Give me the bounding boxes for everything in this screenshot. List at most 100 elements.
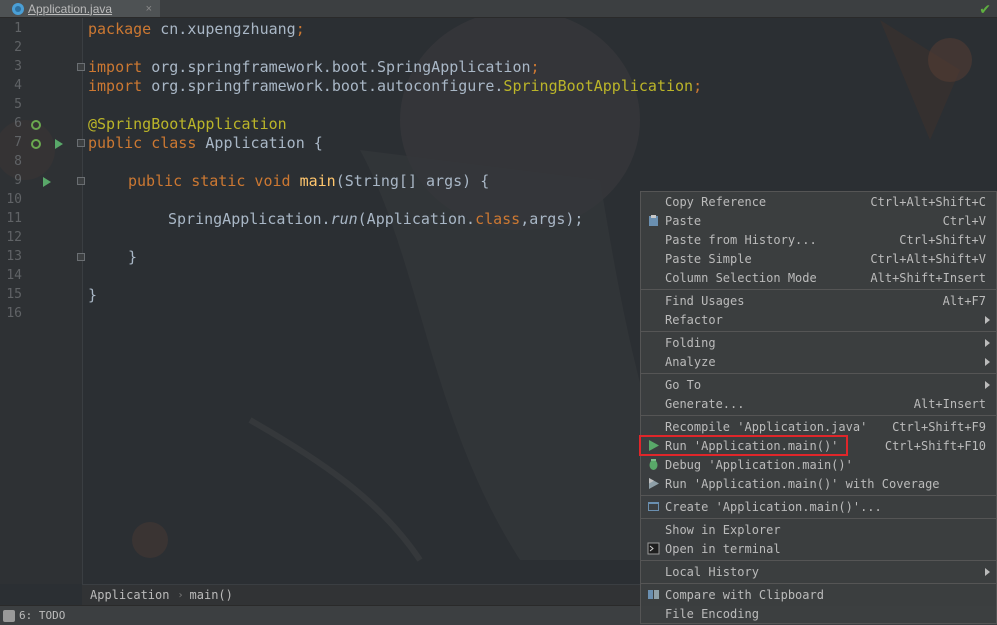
- line-number: 5: [14, 97, 22, 112]
- semicolon: ;: [693, 77, 703, 95]
- semicolon: ;: [295, 20, 305, 38]
- menu-item-generate[interactable]: Generate... Alt+Insert: [641, 394, 996, 413]
- fold-marker[interactable]: [77, 177, 85, 185]
- import-class: SpringBootApplication: [503, 77, 694, 95]
- code-line: SpringApplication.run(Application.class,…: [168, 210, 583, 229]
- line-number: 1: [14, 21, 22, 36]
- menu-item-paste-simple[interactable]: Paste Simple Ctrl+Alt+Shift+V: [641, 249, 996, 268]
- terminal-icon: [647, 542, 660, 555]
- line-number: 4: [14, 78, 22, 93]
- line-number: 11: [6, 211, 22, 226]
- keyword: package: [88, 20, 152, 38]
- breadcrumb-item[interactable]: Application: [90, 588, 169, 602]
- line-number: 8: [14, 154, 22, 169]
- tab-application-java[interactable]: Application.java ×: [0, 0, 160, 17]
- menu-item-local-history[interactable]: Local History: [641, 562, 996, 581]
- editor-context-menu: Copy Reference Ctrl+Alt+Shift+C Paste Ctrl…: [639, 191, 997, 624]
- submenu-arrow-icon: [985, 357, 990, 366]
- breadcrumb-separator: ›: [177, 589, 184, 601]
- method-params: (String[] args) {: [335, 172, 490, 190]
- code-line: @SpringBootApplication: [88, 115, 287, 134]
- coverage-icon: [649, 478, 659, 489]
- menu-item-paste[interactable]: Paste Ctrl+V: [641, 211, 996, 230]
- code-line: import org.springframework.boot.SpringAp…: [88, 58, 540, 77]
- call-args: ,args);: [520, 210, 584, 228]
- todo-icon: [3, 609, 15, 622]
- static-method-call: run: [330, 210, 358, 228]
- code-line: import org.springframework.boot.autoconf…: [88, 77, 702, 96]
- run-gutter-icon[interactable]: [55, 139, 63, 149]
- menu-item-refactor[interactable]: Refactor: [641, 310, 996, 329]
- submenu-arrow-icon: [985, 338, 990, 347]
- keyword: import: [88, 77, 143, 95]
- class-ref: (Application.: [357, 210, 476, 228]
- menu-item-compare-with-clipboard[interactable]: Compare with Clipboard: [641, 585, 996, 604]
- spring-bean-icon[interactable]: [31, 120, 41, 130]
- java-class-icon: [12, 2, 24, 15]
- submenu-arrow-icon: [985, 315, 990, 324]
- submenu-arrow-icon: [985, 567, 990, 576]
- menu-separator: [641, 583, 996, 584]
- breadcrumb-item[interactable]: main(): [190, 588, 233, 602]
- line-number: 10: [6, 192, 22, 207]
- menu-item-file-encoding[interactable]: File Encoding: [641, 604, 996, 623]
- menu-item-open-in-terminal[interactable]: Open in terminal: [641, 539, 996, 558]
- menu-separator: [641, 331, 996, 332]
- code-line: }: [128, 248, 137, 267]
- keyword: class: [475, 210, 521, 228]
- line-number: 6: [14, 116, 22, 131]
- code-line: package cn.xupengzhuang;: [88, 20, 305, 39]
- line-number: 9: [14, 173, 22, 188]
- line-number: 12: [6, 230, 22, 245]
- menu-item-go-to[interactable]: Go To: [641, 375, 996, 394]
- inspection-ok-icon[interactable]: ✔: [979, 2, 991, 18]
- annotation: @SpringBootApplication: [88, 115, 287, 133]
- fold-marker[interactable]: [77, 139, 85, 147]
- menu-item-recompile[interactable]: Recompile 'Application.java' Ctrl+Shift+F…: [641, 417, 996, 436]
- todo-tool-button[interactable]: 6: TODO: [19, 609, 65, 622]
- import-path: org.springframework.boot.SpringApplicati…: [142, 58, 531, 76]
- menu-item-debug-main[interactable]: Debug 'Application.main()': [641, 455, 996, 474]
- line-number: 2: [14, 40, 22, 55]
- menu-separator: [641, 373, 996, 374]
- editor-tab-bar: Application.java × ✔: [0, 0, 997, 18]
- spring-bean-icon[interactable]: [31, 139, 41, 149]
- closing-brace: }: [88, 286, 98, 304]
- code-line: public static void main(String[] args) {: [128, 172, 489, 191]
- line-number: 13: [6, 249, 22, 264]
- menu-item-find-usages[interactable]: Find Usages Alt+F7: [641, 291, 996, 310]
- menu-item-column-selection-mode[interactable]: Column Selection Mode Alt+Shift+Insert: [641, 268, 996, 287]
- menu-item-create-configuration[interactable]: Create 'Application.main()'...: [641, 497, 996, 516]
- line-number: 16: [6, 306, 22, 321]
- keyword: public class: [88, 134, 197, 152]
- method-name: main: [290, 172, 336, 190]
- run-gutter-icon[interactable]: [43, 177, 51, 187]
- keyword: import: [88, 58, 143, 76]
- clipboard-icon: [649, 215, 658, 226]
- breadcrumb: Application › main(): [82, 584, 642, 605]
- line-number: 14: [6, 268, 22, 283]
- menu-item-folding[interactable]: Folding: [641, 333, 996, 352]
- fold-marker[interactable]: [77, 63, 85, 71]
- menu-item-show-in-explorer[interactable]: Show in Explorer: [641, 520, 996, 539]
- menu-separator: [641, 415, 996, 416]
- menu-item-paste-from-history[interactable]: Paste from History... Ctrl+Shift+V: [641, 230, 996, 249]
- run-config-icon: [648, 502, 659, 511]
- menu-item-copy-reference[interactable]: Copy Reference Ctrl+Alt+Shift+C: [641, 192, 996, 211]
- menu-separator: [641, 495, 996, 496]
- code-editor[interactable]: package cn.xupengzhuang; import org.spri…: [88, 18, 702, 584]
- close-tab-icon[interactable]: ×: [146, 3, 152, 15]
- menu-item-analyze[interactable]: Analyze: [641, 352, 996, 371]
- line-number: 15: [6, 287, 22, 302]
- line-number: 7: [14, 135, 22, 150]
- compare-icon: [648, 590, 659, 599]
- code-line: }: [88, 286, 97, 305]
- editor-gutter: 1 2 3 4 5 6 7 8 9 10 11 12 13 14 15 16: [0, 18, 85, 584]
- highlight-box: [639, 435, 848, 456]
- menu-separator: [641, 289, 996, 290]
- fold-marker[interactable]: [77, 253, 85, 261]
- menu-item-run-with-coverage[interactable]: Run 'Application.main()' with Coverage: [641, 474, 996, 493]
- closing-brace: }: [128, 248, 138, 266]
- line-number: 3: [14, 59, 22, 74]
- code-line: public class Application {: [88, 134, 323, 153]
